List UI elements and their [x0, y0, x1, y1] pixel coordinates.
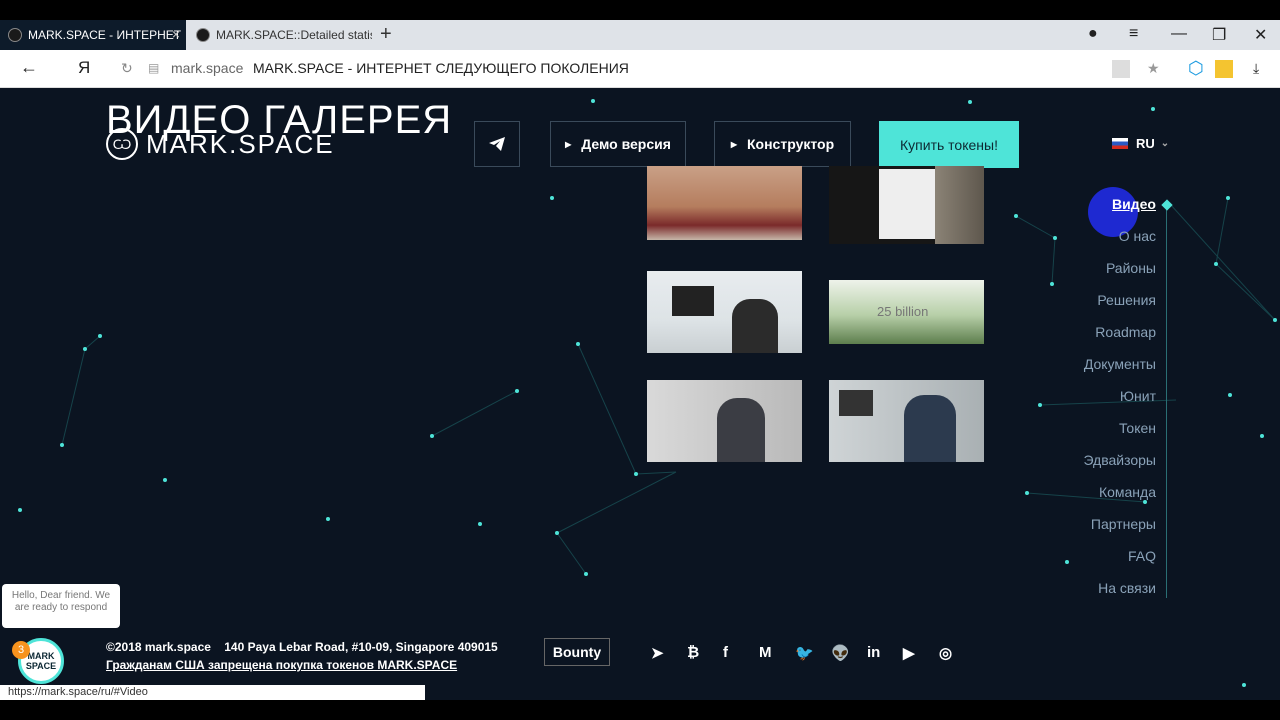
us-citizens-warning-link[interactable]: Гражданам США запрещена покупка токенов … — [106, 658, 498, 672]
status-bar-url: https://mark.space/ru/#Video — [0, 685, 425, 700]
language-code: RU — [1136, 136, 1155, 151]
side-nav-token[interactable]: Токен — [1083, 420, 1156, 452]
side-navigation: Видео О нас Районы Решения Roadmap Докум… — [1083, 196, 1156, 612]
constructor-button[interactable]: ▶ Конструктор — [714, 121, 851, 167]
play-arrow-icon: ▶ — [565, 139, 572, 149]
minimize-icon[interactable]: — — [1171, 25, 1187, 43]
medium-icon[interactable]: M — [759, 644, 795, 662]
video-thumbnail-5[interactable] — [647, 380, 802, 462]
side-nav-video[interactable]: Видео — [1083, 196, 1156, 228]
facebook-icon[interactable]: f — [723, 644, 759, 662]
url-domain[interactable]: mark.space — [171, 60, 243, 76]
language-selector[interactable]: RU ⌄ — [1112, 136, 1169, 151]
reddit-icon[interactable]: 👽 — [831, 644, 867, 662]
page-content: ВИДЕО ГАЛЕРЕЯ Ѡ MARK.SPACE ▶ Демо версия… — [0, 88, 1280, 700]
video-thumbnail-3[interactable] — [647, 271, 802, 353]
browser-tab-bar: MARK.SPACE - ИНТЕРНЕТ × MARK.SPACE::Deta… — [0, 20, 1280, 50]
footer-info: ©2018 mark.space 140 Paya Lebar Road, #1… — [106, 640, 498, 672]
side-nav-districts[interactable]: Районы — [1083, 260, 1156, 292]
tab-close-icon[interactable]: × — [172, 26, 180, 42]
play-arrow-icon: ▶ — [730, 139, 737, 149]
side-nav-faq[interactable]: FAQ — [1083, 548, 1156, 580]
thumbnail-caption: 25 billion — [877, 304, 929, 319]
tab-title: MARK.SPACE - ИНТЕРНЕТ — [28, 28, 182, 42]
linkedin-icon[interactable]: in — [867, 644, 903, 662]
side-nav-partners[interactable]: Партнеры — [1083, 516, 1156, 548]
demo-label: Демо версия — [581, 136, 671, 152]
tab-favicon-icon — [8, 28, 22, 42]
thumbnail-monitor-image — [839, 390, 873, 416]
telegram-button[interactable] — [474, 121, 520, 167]
thumbnail-person-image — [717, 398, 765, 462]
close-window-icon[interactable]: ✕ — [1254, 25, 1267, 45]
site-logo[interactable]: Ѡ MARK.SPACE — [106, 128, 335, 160]
twitter-icon[interactable]: 🐦 — [795, 644, 831, 662]
side-nav-team[interactable]: Команда — [1083, 484, 1156, 516]
demo-button[interactable]: ▶ Демо версия — [550, 121, 686, 167]
logo-mark-icon: Ѡ — [106, 128, 138, 160]
bounty-button[interactable]: Bounty — [544, 638, 610, 666]
site-info-icon[interactable]: ▤ — [148, 61, 159, 75]
screen: MARK.SPACE - ИНТЕРНЕТ × MARK.SPACE::Deta… — [0, 0, 1280, 720]
video-thumbnail-4[interactable]: 25 billion — [829, 280, 984, 344]
chevron-down-icon: ⌄ — [1160, 138, 1170, 149]
social-links: ➤ ₿ f M 🐦 👽 in ▶ ◎ — [651, 644, 975, 662]
download-icon[interactable]: ⤓ — [1253, 60, 1259, 77]
footer-copyright: ©2018 mark.space 140 Paya Lebar Road, #1… — [106, 640, 498, 654]
thumbnail-monitor-image — [672, 286, 714, 316]
restore-icon[interactable]: ❐ — [1212, 25, 1226, 45]
thumbnail-card-image — [879, 169, 935, 239]
instagram-icon[interactable]: ◎ — [939, 644, 975, 662]
telegram-icon[interactable]: ➤ — [651, 644, 687, 662]
bookmark-icon[interactable]: ★ — [1147, 60, 1160, 77]
thumbnail-wall-image — [935, 166, 984, 244]
side-nav-unit[interactable]: Юнит — [1083, 388, 1156, 420]
video-thumbnail-2[interactable] — [829, 166, 984, 244]
menu-icon[interactable]: ≡ — [1129, 25, 1138, 43]
thumbnail-person-image — [732, 299, 778, 353]
thumbnail-person-image — [904, 395, 956, 462]
side-nav-solutions[interactable]: Решения — [1083, 292, 1156, 324]
youtube-icon[interactable]: ▶ — [903, 644, 939, 662]
side-nav-line — [1166, 208, 1167, 598]
russia-flag-icon — [1112, 138, 1128, 149]
side-nav-about[interactable]: О нас — [1083, 228, 1156, 260]
side-nav-documents[interactable]: Документы — [1083, 356, 1156, 388]
chat-greeting-bubble[interactable]: Hello, Dear friend. We are ready to resp… — [2, 584, 120, 628]
yandex-logo-icon[interactable]: Я — [78, 58, 90, 78]
telegram-icon — [489, 137, 505, 151]
bitcoin-icon[interactable]: ₿ — [687, 644, 723, 662]
reader-mode-icon[interactable] — [1112, 60, 1130, 78]
page-title[interactable]: MARK.SPACE - ИНТЕРНЕТ СЛЕДУЮЩЕГО ПОКОЛЕН… — [253, 60, 629, 76]
logo-text: MARK.SPACE — [146, 128, 335, 159]
side-nav-contact[interactable]: На связи — [1083, 580, 1156, 612]
reload-icon[interactable]: ↻ — [121, 60, 133, 77]
video-thumbnail-1[interactable] — [647, 166, 802, 240]
extension-icon[interactable]: ⬡ — [1188, 58, 1204, 79]
tab-detailed-stats[interactable]: MARK.SPACE::Detailed statis — [188, 20, 372, 50]
profile-icon[interactable]: ● — [1088, 25, 1098, 43]
buy-tokens-button[interactable]: Купить токены! — [879, 121, 1019, 168]
constructor-label: Конструктор — [747, 136, 835, 152]
chat-unread-badge: 3 — [12, 641, 30, 659]
side-nav-advisors[interactable]: Эдвайзоры — [1083, 452, 1156, 484]
notes-extension-icon[interactable] — [1215, 60, 1233, 78]
tab-favicon-icon — [196, 28, 210, 42]
video-thumbnail-6[interactable] — [829, 380, 984, 462]
tab-title: MARK.SPACE::Detailed statis — [216, 28, 372, 42]
address-bar: ← Я ↻ ▤ mark.space MARK.SPACE - ИНТЕРНЕТ… — [0, 50, 1280, 88]
new-tab-button[interactable]: + — [380, 23, 392, 46]
side-nav-roadmap[interactable]: Roadmap — [1083, 324, 1156, 356]
back-icon[interactable]: ← — [20, 57, 38, 78]
tab-markspace[interactable]: MARK.SPACE - ИНТЕРНЕТ × — [0, 20, 186, 50]
